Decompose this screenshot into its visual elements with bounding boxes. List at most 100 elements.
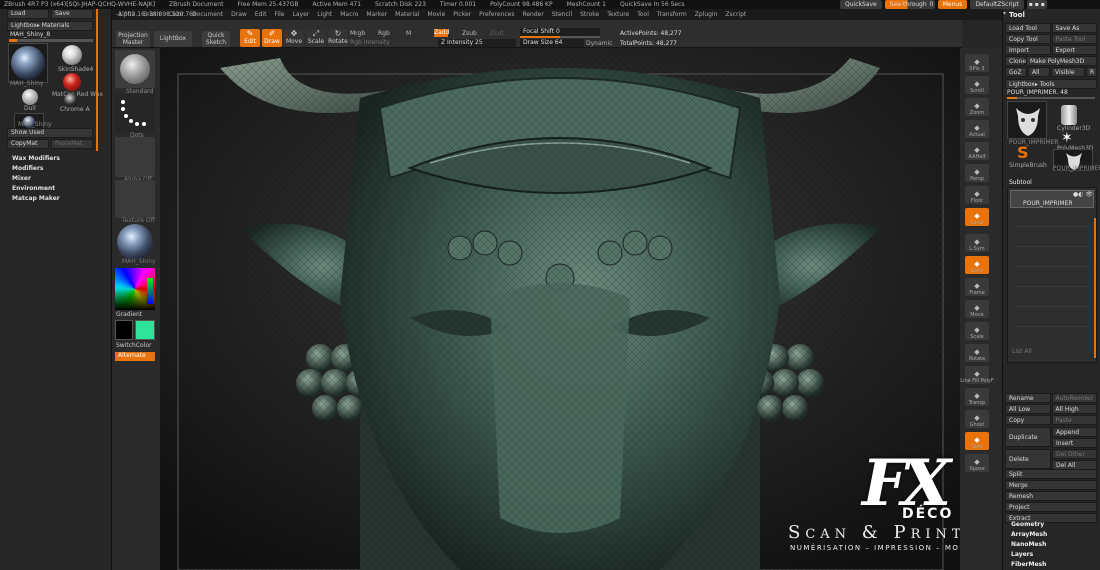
simplebrush-icon[interactable]: S	[1017, 145, 1029, 161]
menu-transform[interactable]: Transform	[653, 11, 691, 19]
lightbox-materials-button[interactable]: Lightbox▸ Materials	[7, 21, 93, 31]
stroke-slot[interactable]	[115, 94, 155, 132]
nanomesh-subpalette[interactable]: NanoMesh	[1011, 541, 1047, 549]
rgb-intensity-slider[interactable]: Rgb Intensity	[350, 39, 390, 47]
copy-tool-button[interactable]: Copy Tool	[1005, 34, 1051, 44]
section-modifiers[interactable]: Modifiers	[12, 165, 60, 173]
section-matcap-maker[interactable]: Matcap Maker	[12, 195, 60, 203]
shelf-xpose-button[interactable]: ◆ Xpose	[965, 454, 989, 472]
shelf-line-fill-polyf-button[interactable]: ◆ Line Fill PolyF	[960, 366, 994, 384]
panel-scrollbar[interactable]	[96, 9, 98, 151]
load-button[interactable]: Load	[7, 9, 49, 19]
project-section[interactable]: Project	[1005, 502, 1097, 512]
zsub-toggle[interactable]: Zsub	[462, 30, 477, 38]
show-used-button[interactable]: Show Used	[7, 128, 93, 138]
menu-draw[interactable]: Draw	[227, 11, 251, 19]
shelf-frame-button[interactable]: ◆ Frame	[965, 278, 989, 296]
draw-size-slider[interactable]: Draw Size 64	[520, 39, 584, 47]
shelf-gxyz-button[interactable]: ◆ Gxyz	[965, 256, 989, 274]
secondary-color-swatch[interactable]	[135, 320, 155, 340]
list-all-button[interactable]: List All	[1012, 348, 1032, 356]
save-as-button[interactable]: Save As	[1051, 23, 1097, 33]
cylinder-icon[interactable]	[1061, 105, 1077, 125]
quicksave-button[interactable]: QuickSave	[840, 0, 882, 9]
red-wax-sphere-icon[interactable]	[63, 73, 81, 91]
see-through-slider[interactable]: See-through 0	[884, 0, 935, 9]
menu-render[interactable]: Render	[518, 11, 547, 19]
geometry-subpalette[interactable]: Geometry	[1011, 521, 1047, 529]
fibermesh-subpalette[interactable]: FiberMesh	[1011, 561, 1047, 569]
menu-material[interactable]: Material	[391, 11, 423, 19]
primary-color-swatch[interactable]	[115, 320, 133, 340]
split-section[interactable]: Split	[1005, 469, 1097, 479]
export-button[interactable]: Export	[1051, 45, 1097, 55]
mrgb-toggle[interactable]: Mrgb	[350, 30, 365, 38]
copy-button[interactable]: Copy	[1005, 415, 1051, 425]
save-button[interactable]: Save	[51, 9, 93, 19]
material-slider[interactable]	[9, 39, 17, 42]
menu-light[interactable]: Light	[313, 11, 336, 19]
shelf-spix-3-button[interactable]: ◆ SPix 3	[965, 54, 989, 72]
alternate-button[interactable]: Alternate	[115, 352, 155, 361]
material-shelf-slot[interactable]	[115, 222, 155, 262]
menu-tool[interactable]: Tool	[633, 11, 653, 19]
brush-slot[interactable]	[115, 50, 155, 88]
autoreorder-button[interactable]: AutoReorder	[1051, 393, 1097, 403]
shelf-solo-button[interactable]: ◆ Solo	[965, 432, 989, 450]
clone-button[interactable]: Clone	[1005, 56, 1026, 66]
remesh-section[interactable]: Remesh	[1005, 491, 1097, 501]
move-mode-button[interactable]: ✥ Move	[284, 29, 304, 47]
menu-preferences[interactable]: Preferences	[475, 11, 518, 19]
quick-sketch-button[interactable]: Quick Sketch	[202, 31, 230, 47]
paste-button[interactable]: Paste	[1051, 415, 1097, 425]
menu-movie[interactable]: Movie	[424, 11, 450, 19]
menu-marker[interactable]: Marker	[362, 11, 391, 19]
window-controls-icon[interactable]: ▪ ▪ ▪	[1026, 0, 1047, 9]
shelf-rotate-button[interactable]: ◆ Rotate	[965, 344, 989, 362]
pastemat-button[interactable]: PasteMat	[51, 139, 93, 149]
menu-stroke[interactable]: Stroke	[576, 11, 603, 19]
shelf-local-button[interactable]: ◆ Local	[965, 208, 989, 226]
load-tool-button[interactable]: Load Tool	[1005, 23, 1051, 33]
shelf-scale-button[interactable]: ◆ Scale	[965, 322, 989, 340]
tool-slider[interactable]	[1007, 97, 1017, 99]
zcut-toggle[interactable]: Zcut	[490, 30, 504, 38]
menu-file[interactable]: File	[270, 11, 288, 19]
menus-button[interactable]: Menus	[937, 0, 968, 9]
goz-button[interactable]: GoZ	[1005, 67, 1027, 77]
zadd-toggle[interactable]: Zadd	[434, 29, 449, 37]
subtool-visibility-icon[interactable]: ●◐ 👁	[1073, 192, 1093, 198]
shelf-ghost-button[interactable]: ◆ Ghost	[965, 410, 989, 428]
shelf-l-sym-button[interactable]: ◆ L.Sym	[965, 234, 989, 252]
subtool-scrollbar[interactable]	[1094, 218, 1096, 358]
shelf-zoom-button[interactable]: ◆ Zoom	[965, 98, 989, 116]
duplicate-button[interactable]: Duplicate	[1005, 427, 1051, 447]
menu-stencil[interactable]: Stencil	[548, 11, 576, 19]
arraymesh-subpalette[interactable]: ArrayMesh	[1011, 531, 1047, 539]
merge-section[interactable]: Merge	[1005, 480, 1097, 490]
all-high-button[interactable]: All High	[1051, 404, 1097, 414]
rotate-mode-button[interactable]: ↻ Rotate	[328, 29, 348, 47]
chrome-sphere-icon[interactable]	[64, 93, 78, 107]
all-low-button[interactable]: All Low	[1005, 404, 1051, 414]
document-canvas[interactable]	[160, 48, 960, 570]
rename-button[interactable]: Rename	[1005, 393, 1051, 403]
visible-button[interactable]: Visible	[1051, 67, 1085, 77]
menu-zscript[interactable]: Zscript	[721, 11, 750, 19]
default-zscript-button[interactable]: DefaultZScript	[970, 0, 1024, 9]
section-mixer[interactable]: Mixer	[12, 175, 60, 183]
material-slot-current[interactable]	[8, 43, 48, 83]
dynamic-toggle[interactable]: Dynamic	[586, 40, 612, 48]
projection-master-button[interactable]: Projection Master	[116, 31, 150, 47]
dull-sphere-icon[interactable]	[22, 89, 38, 105]
shelf-move-button[interactable]: ◆ Move	[965, 300, 989, 318]
del-other-button[interactable]: Del Other	[1052, 449, 1097, 459]
shelf-aahalf-button[interactable]: ◆ AAHalf	[965, 142, 989, 160]
skinshade-sphere-icon[interactable]	[62, 45, 82, 65]
switch-color-label[interactable]: SwitchColor	[116, 342, 152, 350]
menu-zplugin[interactable]: Zplugin	[691, 11, 722, 19]
shelf-scroll-button[interactable]: ◆ Scroll	[965, 76, 989, 94]
subtool-title[interactable]: Subtool	[1009, 179, 1032, 187]
paste-tool-button[interactable]: Paste Tool	[1051, 34, 1097, 44]
lightbox-button[interactable]: LightBox	[154, 31, 192, 47]
